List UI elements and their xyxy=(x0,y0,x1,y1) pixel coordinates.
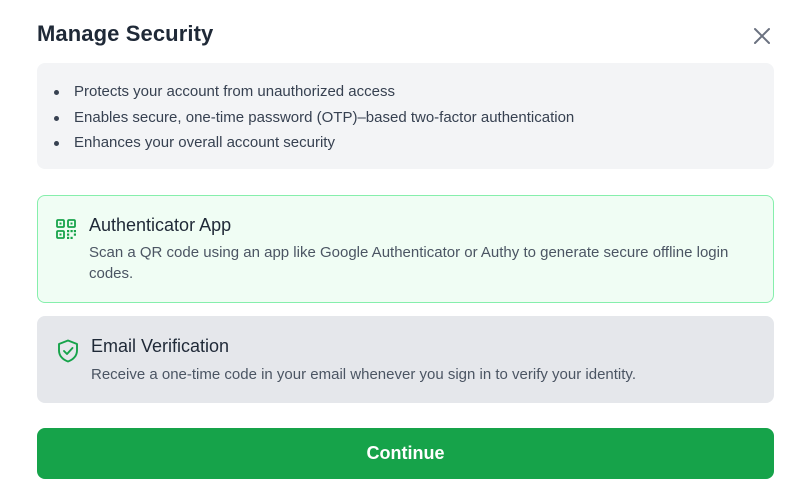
qr-code-icon xyxy=(55,218,77,240)
close-button[interactable] xyxy=(749,23,775,49)
manage-security-dialog: Manage Security Protects your account fr… xyxy=(0,0,800,497)
option-authenticator-app[interactable]: Authenticator App Scan a QR code using a… xyxy=(37,195,774,303)
benefits-box: Protects your account from unauthorized … xyxy=(37,63,774,169)
option-email-verification[interactable]: Email Verification Receive a one-time co… xyxy=(37,316,774,403)
option-description: Receive a one-time code in your email wh… xyxy=(91,366,636,383)
close-icon xyxy=(754,28,770,44)
option-title: Authenticator App xyxy=(89,215,232,235)
option-description: Scan a QR code using an app like Google … xyxy=(89,244,729,282)
option-title: Email Verification xyxy=(91,336,230,356)
shield-check-icon xyxy=(56,339,80,363)
dialog-title: Manage Security xyxy=(37,21,214,46)
benefit-item: Enables secure, one-time password (OTP)–… xyxy=(54,105,754,131)
benefits-list: Protects your account from unauthorized … xyxy=(54,79,754,156)
benefit-item: Protects your account from unauthorized … xyxy=(54,79,754,105)
benefit-item: Enhances your overall account security xyxy=(54,130,754,156)
continue-button[interactable]: Continue xyxy=(37,428,774,479)
